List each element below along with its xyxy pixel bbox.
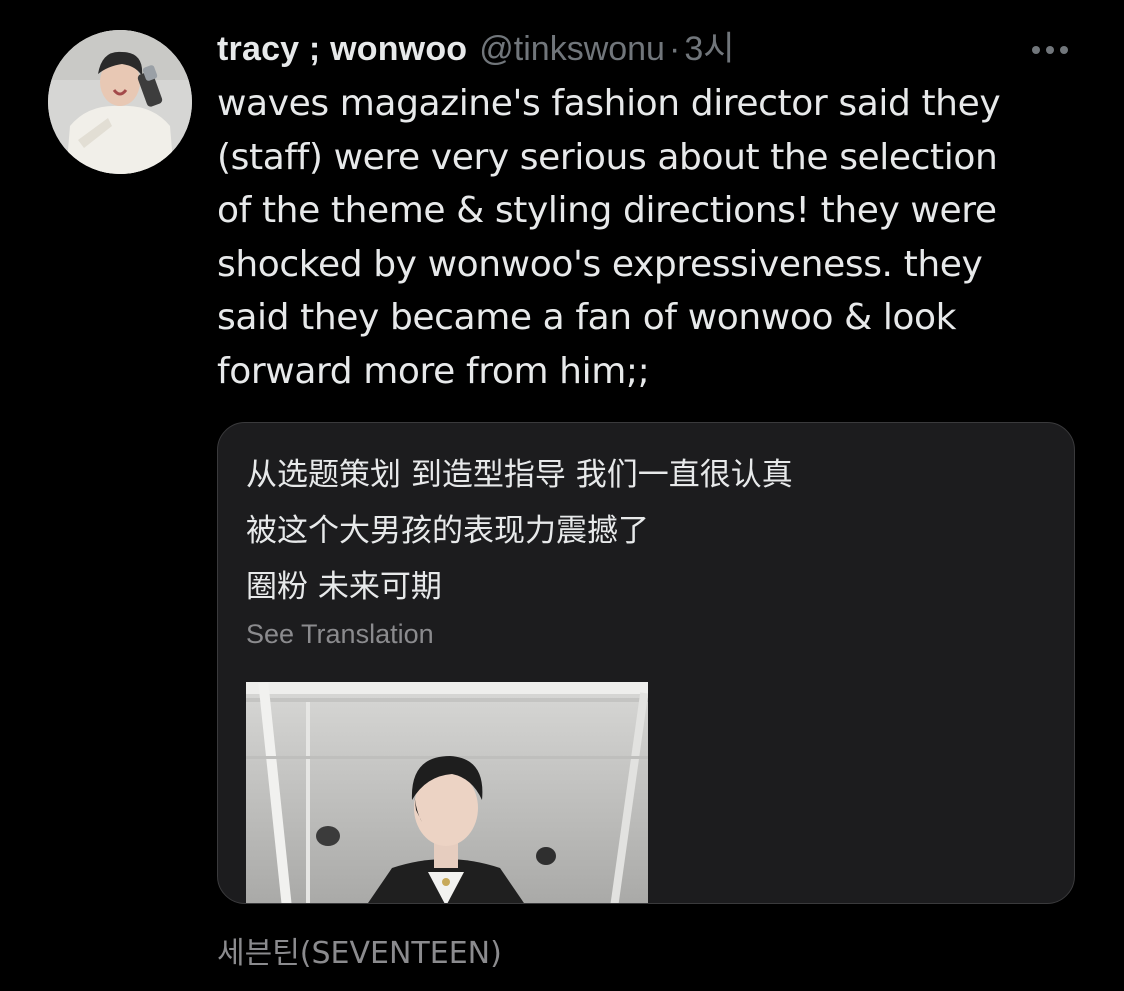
quoted-text: 从选题策划 到造型指导 我们一直很认真 被这个大男孩的表现力震撼了 圈粉 未来可… — [246, 447, 793, 615]
more-button[interactable] — [1026, 34, 1074, 64]
tweet-text-line: (staff) were very serious about the sele… — [217, 136, 998, 178]
timestamp[interactable]: 3시 — [684, 30, 734, 68]
display-name[interactable]: tracy ; wonwoo — [217, 30, 467, 68]
quoted-media-image[interactable] — [246, 682, 648, 903]
tweet-text-line: of the theme & styling directions! they … — [217, 190, 997, 231]
more-horizontal-icon — [1032, 46, 1040, 54]
tweet-text-line: waves magazine's fashion director said t… — [217, 83, 1001, 124]
more-horizontal-icon-dot — [1046, 46, 1054, 54]
footer-topic-label[interactable]: 세븐틴(SEVENTEEN) — [217, 928, 502, 972]
user-handle[interactable]: @tinkswonu — [479, 30, 665, 68]
avatar-image — [48, 30, 192, 174]
quoted-text-line: 从选题策划 到造型指导 我们一直很认真 — [246, 457, 793, 493]
avatar[interactable] — [48, 30, 192, 174]
photo-image — [246, 682, 648, 903]
tweet-text-line: shocked by wonwoo's expressiveness. they — [217, 243, 983, 285]
tweet-text-line: forward more from him;; — [217, 350, 650, 392]
quoted-text-line: 圈粉 未来可期 — [246, 569, 442, 605]
more-horizontal-icon-dot — [1060, 46, 1068, 54]
see-translation-link[interactable]: See Translation — [246, 619, 434, 650]
tweet-text: waves magazine's fashion director said t… — [217, 77, 1097, 398]
tweet-text-line: said they became a fan of wonwoo & look — [217, 297, 957, 338]
quoted-post-card[interactable]: 从选题策划 到造型指导 我们一直很认真 被这个大男孩的表现力震撼了 圈粉 未来可… — [217, 422, 1075, 904]
quoted-text-line: 被这个大男孩的表现力震撼了 — [246, 513, 649, 549]
tweet-header: tracy ; wonwoo @tinkswonu · 3시 — [217, 24, 1077, 74]
separator-dot: · — [668, 30, 681, 68]
